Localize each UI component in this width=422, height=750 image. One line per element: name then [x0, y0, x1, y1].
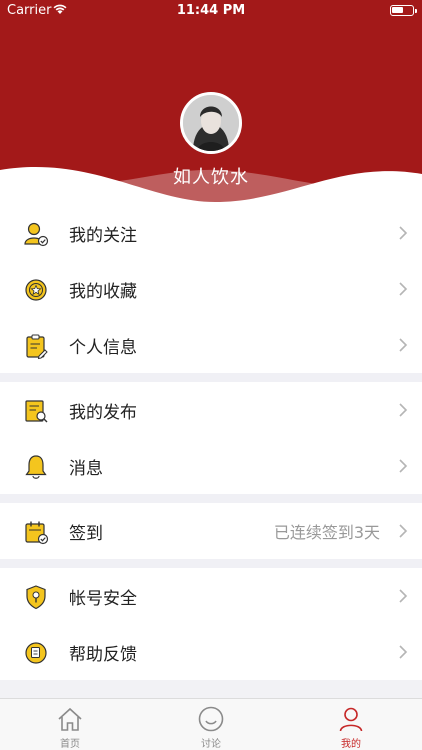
- menu-item-checkin[interactable]: 签到 已连续签到3天: [0, 503, 422, 559]
- status-bar: Carrier 11:44 PM: [0, 0, 422, 22]
- checkin-calendar-icon: [25, 521, 49, 545]
- chevron-right-icon: [399, 226, 408, 240]
- menu-item-label: 帮助反馈: [69, 644, 137, 665]
- avatar[interactable]: [180, 92, 242, 154]
- chevron-right-icon: [399, 403, 408, 417]
- chevron-right-icon: [399, 645, 408, 659]
- menu-item-label: 个人信息: [69, 337, 137, 358]
- chevron-right-icon: [399, 338, 408, 352]
- bell-icon: [25, 455, 47, 479]
- settings-menu: 我的关注 我的收藏 个人信息 我的发布 消息 签到 已连续签到3天 帐号安全 帮…: [0, 205, 422, 680]
- menu-item-favorites[interactable]: 我的收藏: [0, 261, 422, 317]
- section-divider: [0, 559, 422, 568]
- publish-doc-icon: [25, 400, 48, 423]
- tab-label: 讨论: [201, 739, 221, 750]
- menu-item-label: 我的关注: [69, 225, 137, 246]
- section-divider: [0, 494, 422, 503]
- chevron-right-icon: [399, 589, 408, 603]
- menu-item-my-posts[interactable]: 我的发布: [0, 382, 422, 438]
- menu-group: 我的关注 我的收藏 个人信息: [0, 205, 422, 373]
- tab-label: 首页: [60, 739, 80, 750]
- profile-clipboard-icon: [26, 334, 48, 360]
- menu-item-help-feedback[interactable]: 帮助反馈: [0, 624, 422, 680]
- menu-item-follow[interactable]: 我的关注: [0, 205, 422, 261]
- tab-mine[interactable]: 我的: [311, 699, 391, 750]
- home-icon: [58, 707, 82, 731]
- follow-user-icon: [24, 222, 49, 247]
- status-time: 11:44 PM: [176, 3, 246, 18]
- user-profile-icon: [339, 707, 363, 732]
- tab-label: 我的: [341, 739, 361, 750]
- battery-icon: [390, 5, 417, 16]
- favorite-star-icon: [25, 279, 47, 301]
- chevron-right-icon: [399, 459, 408, 473]
- smile-discussion-icon: [198, 706, 224, 732]
- chevron-right-icon: [399, 524, 408, 538]
- menu-item-personal-info[interactable]: 个人信息: [0, 317, 422, 373]
- menu-item-label: 消息: [69, 458, 103, 479]
- tab-discussion[interactable]: 讨论: [171, 699, 251, 750]
- username: 如人饮水: [173, 167, 249, 188]
- menu-item-label: 我的收藏: [69, 281, 137, 302]
- tab-bar: 首页 讨论 我的: [0, 698, 422, 750]
- menu-item-label: 帐号安全: [69, 588, 137, 609]
- menu-item-label: 我的发布: [69, 402, 137, 423]
- security-shield-icon: [26, 585, 46, 610]
- menu-item-messages[interactable]: 消息: [0, 438, 422, 494]
- checkin-streak-text: 已连续签到3天: [273, 523, 380, 542]
- chevron-right-icon: [399, 282, 408, 296]
- menu-group: 我的发布 消息: [0, 382, 422, 494]
- tab-home[interactable]: 首页: [30, 699, 110, 750]
- menu-item-label: 签到: [69, 523, 103, 544]
- menu-group: 签到 已连续签到3天: [0, 503, 422, 559]
- section-divider: [0, 373, 422, 382]
- menu-group: 帐号安全 帮助反馈: [0, 568, 422, 680]
- menu-item-account-security[interactable]: 帐号安全: [0, 568, 422, 624]
- help-feedback-icon: [25, 642, 47, 664]
